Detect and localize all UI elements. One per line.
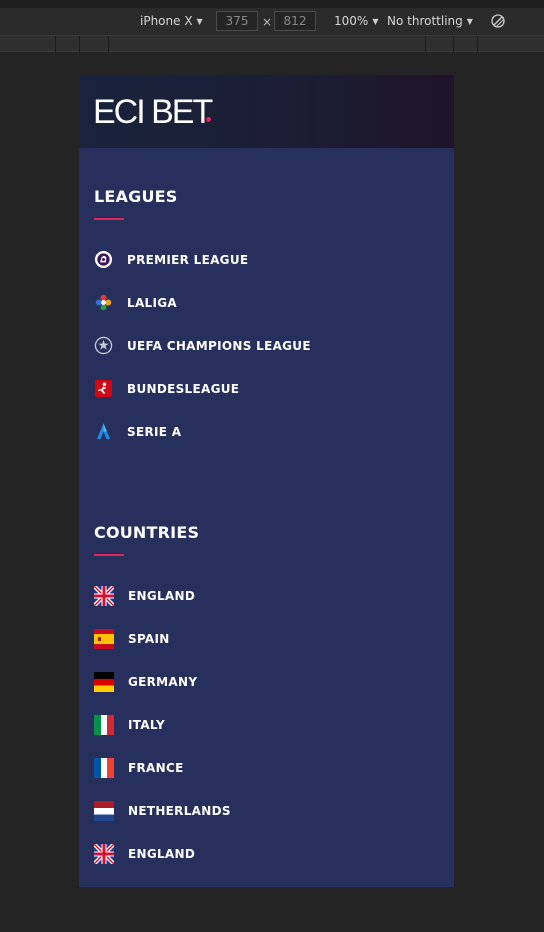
league-label: SERIE A (127, 424, 182, 439)
champions-league-icon (94, 336, 113, 355)
netherlands-flag-icon (94, 800, 114, 821)
country-item-spain[interactable]: SPAIN (94, 617, 454, 660)
country-label: SPAIN (128, 631, 170, 646)
zoom-select[interactable]: 100% ▼ (334, 14, 378, 28)
country-item-netherlands[interactable]: NETHERLANDS (94, 789, 454, 832)
league-label: LALIGA (127, 295, 177, 310)
zoom-label: 100% (334, 14, 369, 28)
country-item-england[interactable]: ENGLAND (94, 832, 454, 875)
countries-section: COUNTRIES ENGLAND SPAIN GERMANY ITALY FR… (79, 453, 454, 875)
throttling-select[interactable]: No throttling ▼ (387, 14, 473, 28)
dimension-separator: × (262, 15, 273, 29)
league-item-bundesliga[interactable]: BUNDESLEAGUE (94, 367, 454, 410)
italy-flag-icon (94, 714, 114, 735)
country-item-france[interactable]: FRANCE (94, 746, 454, 789)
site-header: ECI BET (79, 75, 454, 148)
device-label: iPhone X (140, 14, 193, 28)
media-query-bar[interactable] (0, 35, 544, 53)
league-label: PREMIER LEAGUE (127, 252, 249, 267)
ruler-tick (79, 36, 80, 53)
country-item-italy[interactable]: ITALY (94, 703, 454, 746)
league-label: UEFA CHAMPIONS LEAGUE (127, 338, 311, 353)
laliga-icon (94, 293, 113, 312)
uk-flag-icon (94, 585, 114, 606)
chevron-down-icon: ▼ (372, 16, 379, 26)
section-title-leagues: LEAGUES (94, 187, 178, 206)
league-item-champions-league[interactable]: UEFA CHAMPIONS LEAGUE (94, 324, 454, 367)
chevron-down-icon: ▼ (196, 16, 203, 26)
width-input[interactable] (216, 11, 258, 31)
height-input[interactable] (274, 11, 316, 31)
device-select[interactable]: iPhone X ▼ (140, 14, 203, 28)
league-item-premier-league[interactable]: PREMIER LEAGUE (94, 238, 454, 281)
premier-league-icon (94, 250, 113, 269)
ruler-tick (55, 36, 56, 53)
devtools-top-strip (0, 0, 544, 8)
league-item-serie-a[interactable]: SERIE A (94, 410, 454, 453)
section-title-countries: COUNTRIES (94, 523, 200, 542)
germany-flag-icon (94, 671, 114, 692)
leagues-section: LEAGUES PREMIER LEAGUE LALIGA UEFA CHAMP… (79, 148, 454, 453)
serie-a-icon (94, 422, 113, 441)
device-viewport: ECI BET LEAGUES PREMIER LEAGUE LALIGA UE… (79, 75, 454, 887)
france-flag-icon (94, 757, 114, 778)
device-toolbar: iPhone X ▼ × 100% ▼ No throttling ▼ (0, 8, 544, 35)
country-item-england[interactable]: ENGLAND (94, 574, 454, 617)
section-underline (94, 218, 124, 220)
countries-list: ENGLAND SPAIN GERMANY ITALY FRANCE NETHE… (94, 574, 454, 875)
bundesliga-icon (94, 379, 113, 398)
rotate-icon[interactable] (490, 13, 506, 29)
throttling-label: No throttling (387, 14, 463, 28)
ruler-tick (477, 36, 478, 53)
league-label: BUNDESLEAGUE (127, 381, 240, 396)
country-item-germany[interactable]: GERMANY (94, 660, 454, 703)
country-label: FRANCE (128, 760, 184, 775)
site-logo[interactable]: ECI BET (93, 93, 213, 131)
country-label: ITALY (128, 717, 165, 732)
chevron-down-icon: ▼ (466, 16, 473, 26)
ruler-tick (108, 36, 109, 53)
logo-dot (206, 117, 211, 122)
country-label: NETHERLANDS (128, 803, 231, 818)
ruler-tick (425, 36, 426, 53)
country-label: GERMANY (128, 674, 198, 689)
spain-flag-icon (94, 628, 114, 649)
ruler-tick (453, 36, 454, 53)
league-item-laliga[interactable]: LALIGA (94, 281, 454, 324)
country-label: ENGLAND (128, 846, 196, 861)
leagues-list: PREMIER LEAGUE LALIGA UEFA CHAMPIONS LEA… (94, 238, 454, 453)
uk-flag-icon (94, 843, 114, 864)
country-label: ENGLAND (128, 588, 196, 603)
section-underline (94, 554, 124, 556)
